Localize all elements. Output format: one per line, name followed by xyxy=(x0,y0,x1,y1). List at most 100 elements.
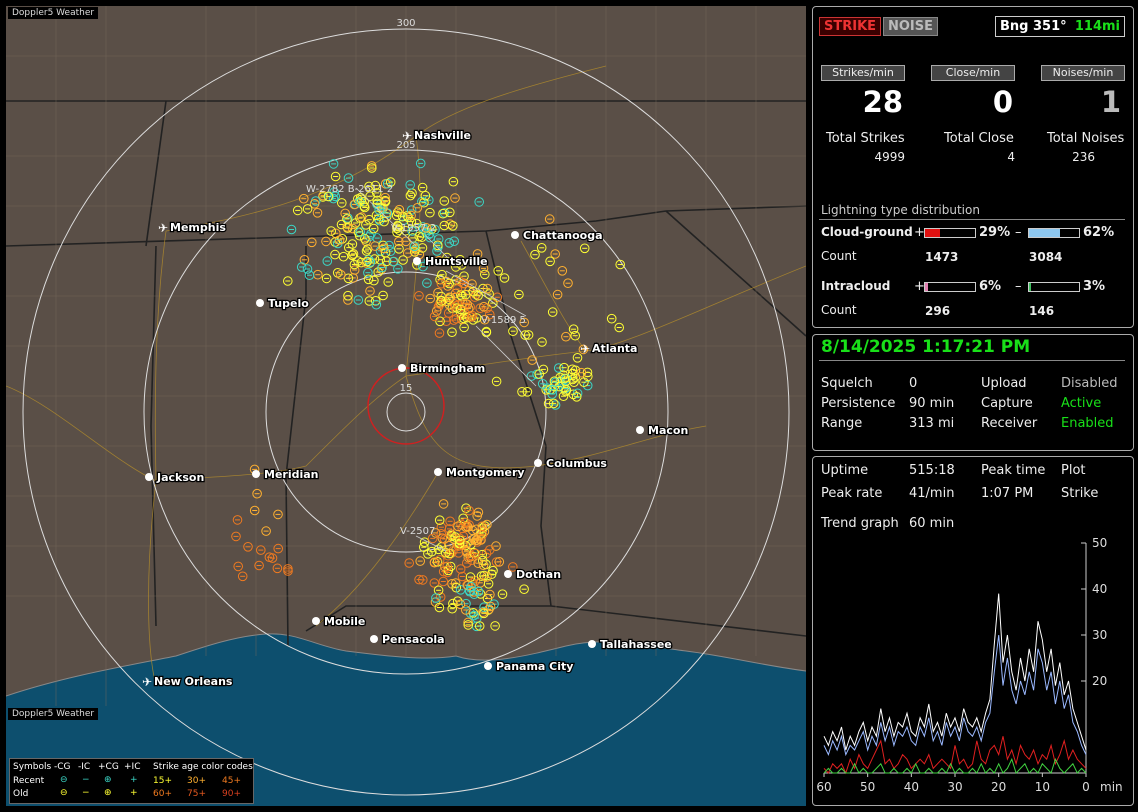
city-dot xyxy=(252,470,260,478)
bearing-distance: 114mi xyxy=(1074,19,1120,34)
ic-neg-bar-fill xyxy=(1029,283,1031,291)
city-label: Dothan xyxy=(516,568,561,581)
strikes-min-value: 28 xyxy=(862,85,903,119)
close-min-value: 0 xyxy=(992,85,1013,119)
peak-rate-label: Peak rate xyxy=(821,486,883,501)
total-noises-label: Total Noises xyxy=(1047,131,1125,146)
airport-icon: ✈ xyxy=(142,675,152,689)
city-dot xyxy=(398,364,406,372)
cg-neg-bar-fill xyxy=(1029,229,1060,237)
city-dot xyxy=(511,231,519,239)
trend-label: Trend graph xyxy=(821,516,899,531)
total-close-value: 4 xyxy=(1007,150,1015,164)
ic-neg-pct: 3% xyxy=(1083,279,1106,294)
status-panel: STRIKE NOISE Bng 351° 114mi Strikes/min … xyxy=(812,6,1134,328)
recent-pos-cg-icon: ⊕ xyxy=(104,775,112,785)
persistence-label: Persistence xyxy=(821,396,896,411)
city-montgomery: MontgomeryMontgomery xyxy=(434,465,526,480)
noise-button[interactable]: NOISE xyxy=(883,17,939,36)
x-tick-label: 20 xyxy=(991,780,1006,794)
legend-col: +CG xyxy=(98,762,119,772)
ic-pos-bar-fill xyxy=(925,283,928,291)
upload-label: Upload xyxy=(981,376,1027,391)
stats-panel: Uptime 515:18 Peak time Plot Peak rate 4… xyxy=(812,456,1134,806)
range-value: 313 mi xyxy=(909,416,955,431)
city-dot xyxy=(370,635,378,643)
city-atlanta: ✈ AtlantaAtlanta xyxy=(580,341,639,357)
city-dot xyxy=(484,662,492,670)
cg-count-label: Count xyxy=(821,249,857,263)
recent-pos-ic-icon: + xyxy=(130,775,138,785)
ic-pos-bar xyxy=(924,282,976,292)
city-dot xyxy=(504,570,512,578)
upload-value: Disabled xyxy=(1061,376,1118,391)
intracloud-label: Intracloud xyxy=(821,279,891,293)
capture-value: Active xyxy=(1061,396,1102,411)
county-lines xyxy=(6,6,806,706)
strikes-min-header: Strikes/min xyxy=(821,65,905,81)
legend-recent-label: Recent xyxy=(13,776,45,786)
lightning-map[interactable]: 300 205 15 W-2782 B-2611 2 V-1957-2 V-15… xyxy=(6,6,806,806)
age-30: 30+ xyxy=(187,776,206,786)
city-dot xyxy=(636,426,644,434)
city-new-orleans: ✈ New OrleansNew Orleans xyxy=(142,674,234,690)
minus-sign: – xyxy=(1015,225,1022,240)
stroke-label: V-1589 5 xyxy=(481,315,526,326)
range-label-15: 15 xyxy=(400,383,413,394)
cg-neg-bar xyxy=(1028,228,1080,238)
uptime-label: Uptime xyxy=(821,463,869,478)
city-birmingham: BirminghamBirmingham xyxy=(398,361,486,376)
old-neg-cg-icon: ⊖ xyxy=(60,788,68,798)
total-strikes-value: 4999 xyxy=(874,150,905,164)
recent-neg-ic-icon: − xyxy=(82,775,90,785)
legend-symbols-label: Symbols xyxy=(13,762,52,772)
city-label: Panama City xyxy=(496,660,573,673)
cg-pos-bar xyxy=(924,228,976,238)
x-tick-label: 10 xyxy=(1035,780,1050,794)
range-label: Range xyxy=(821,416,863,431)
total-noises-value: 236 xyxy=(1072,150,1095,164)
age-60: 60+ xyxy=(153,789,172,799)
distribution-title: Lightning type distribution xyxy=(821,203,980,217)
city-panama-city: Panama CityPanama City xyxy=(484,659,575,674)
city-dot xyxy=(588,640,596,648)
age-75: 75+ xyxy=(187,789,206,799)
city-dot xyxy=(312,617,320,625)
noises-min-value: 1 xyxy=(1100,85,1121,119)
x-tick-label: 40 xyxy=(904,780,919,794)
bearing-value: Bng 351° xyxy=(1000,19,1067,34)
x-tick-label: 0 xyxy=(1082,780,1090,794)
peak-time-value: 1:07 PM xyxy=(981,486,1034,501)
city-dot xyxy=(413,257,421,265)
ic-count-label: Count xyxy=(821,303,857,317)
x-tick-label: 60 xyxy=(816,780,831,794)
symbol-legend: Symbols -CG -IC +CG +IC Strike age color… xyxy=(9,758,254,804)
old-pos-cg-icon: ⊕ xyxy=(104,788,112,798)
city-pensacola: PensacolaPensacola xyxy=(370,632,446,647)
receiver-value: Enabled xyxy=(1061,416,1114,431)
city-dot xyxy=(145,473,153,481)
city-label: Meridian xyxy=(264,468,319,481)
recent-neg-cg-icon: ⊖ xyxy=(60,775,68,785)
peak-rate-value: 41/min xyxy=(909,486,955,501)
settings-panel: 8/14/2025 1:17:21 PM Squelch 0 Upload Di… xyxy=(812,334,1134,451)
airport-icon: ✈ xyxy=(580,342,590,356)
trend-series-2 xyxy=(823,736,1087,775)
city-label: New Orleans xyxy=(154,675,233,688)
city-label: Birmingham xyxy=(410,362,485,375)
ic-pos-pct: 6% xyxy=(979,279,1002,294)
trend-series-1 xyxy=(823,634,1087,757)
receiver-label: Receiver xyxy=(981,416,1038,431)
separator xyxy=(819,360,1125,361)
stroke-label: V-1957-2 xyxy=(391,223,436,234)
city-dot xyxy=(534,459,542,467)
y-tick-label: 50 xyxy=(1092,536,1107,550)
persistence-value: 90 min xyxy=(909,396,955,411)
plot-value[interactable]: Strike xyxy=(1061,486,1098,501)
age-90: 90+ xyxy=(222,789,241,799)
trend-graph: 50 40 30 20 60 50 40 30 20 10 0 min xyxy=(816,536,1122,794)
city-label: Mobile xyxy=(324,615,365,628)
strike-button[interactable]: STRIKE xyxy=(819,17,882,36)
airport-icon: ✈ xyxy=(402,129,412,143)
y-tick-label: 20 xyxy=(1092,674,1107,688)
